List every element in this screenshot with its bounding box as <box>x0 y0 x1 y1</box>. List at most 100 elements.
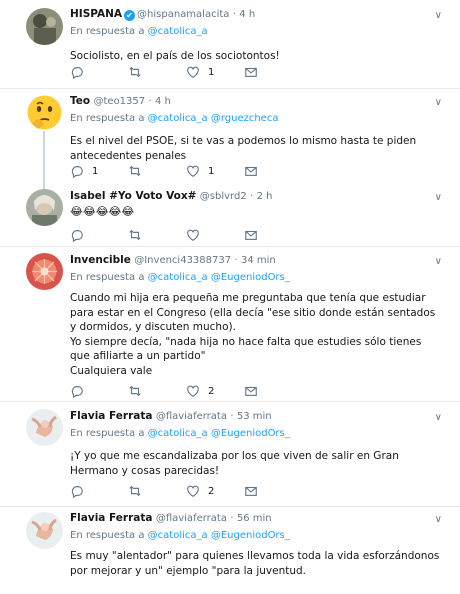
direct-message-button[interactable] <box>244 64 258 80</box>
avatar[interactable] <box>26 189 63 226</box>
reply-icon <box>71 67 83 79</box>
retweet-button[interactable] <box>128 64 150 80</box>
chevron-down-icon[interactable]: ∨ <box>435 192 442 203</box>
timestamp[interactable]: 2 h <box>257 191 273 202</box>
retweet-button[interactable] <box>128 227 150 243</box>
timestamp[interactable]: 4 h <box>239 9 255 20</box>
retweet-icon <box>129 66 141 78</box>
user-handle[interactable]: @flaviaferrata <box>156 411 227 422</box>
tweet[interactable]: Isabel #Yo Voto Vox# @sblvrd2 · 2 h 😂😂😂😂… <box>0 183 460 246</box>
envelope-icon <box>245 67 257 77</box>
avatar[interactable] <box>26 512 63 549</box>
reply-to-link[interactable]: @catolica_a @EugeniodOrs_ <box>148 428 290 439</box>
avatar[interactable] <box>26 253 63 290</box>
timestamp[interactable]: 53 min <box>237 411 272 422</box>
heart-icon <box>187 66 199 78</box>
retweet-icon <box>129 385 141 397</box>
reply-context: En respuesta a @catolica_a @EugeniodOrs_ <box>70 270 442 285</box>
like-button[interactable]: 1 <box>186 163 214 179</box>
tweet-text: 😂😂😂😂😂 <box>70 205 442 220</box>
tweet[interactable]: HISPANA ✔ @hispanamalacita · 4 h En respue… <box>0 0 460 88</box>
reply-prefix: En respuesta a <box>70 26 148 37</box>
user-handle[interactable]: @flaviaferrata <box>156 513 227 524</box>
timestamp[interactable]: 56 min <box>237 513 272 524</box>
display-name[interactable]: Teo <box>70 95 90 107</box>
chevron-down-icon[interactable]: ∨ <box>435 514 442 525</box>
retweet-icon <box>129 165 141 177</box>
reply-context: En respuesta a @catolica_a @EugeniodOrs_ <box>70 528 442 543</box>
separator-dot: · <box>230 411 234 422</box>
display-name[interactable]: HISPANA <box>70 8 122 20</box>
avatar[interactable] <box>26 94 63 131</box>
envelope-icon <box>245 386 257 396</box>
tweet-text-line: Cuando mi hija era pequeña me preguntaba… <box>70 292 436 333</box>
timestamp[interactable]: 34 min <box>241 255 276 266</box>
chevron-down-icon[interactable]: ∨ <box>435 10 442 21</box>
direct-message-button[interactable] <box>244 383 258 399</box>
retweet-icon <box>129 485 141 497</box>
like-button[interactable]: 1 <box>186 64 214 80</box>
reply-button[interactable]: 1 <box>70 163 98 179</box>
user-handle[interactable]: @hispanamalacita <box>137 9 229 20</box>
like-count: 2 <box>208 385 215 397</box>
like-button[interactable]: 2 <box>186 383 214 399</box>
tweet[interactable]: Teo @teo1357 · 4 h En respuesta a @catol… <box>0 89 460 189</box>
tweet-text: Es el nivel del PSOE, si te vas a podemo… <box>70 134 442 163</box>
tweet-text-line: Yo siempre decía, "nada hija no hace fal… <box>70 335 422 363</box>
tweet-actions: 2 <box>70 383 270 399</box>
user-handle[interactable]: @Invenci43388737 <box>134 255 231 266</box>
reply-to-link[interactable]: @catolica_a @EugeniodOrs_ <box>148 530 290 541</box>
tweet-text-line: Sociolisto, en el país de los sociotonto… <box>70 50 280 62</box>
like-count: 1 <box>208 165 215 177</box>
avatar[interactable] <box>26 409 63 446</box>
like-button[interactable]: 2 <box>186 483 214 499</box>
tweet[interactable]: Flavia Ferrata @flaviaferrata · 56 min E… <box>0 507 460 594</box>
reply-context: En respuesta a @catolica_a @EugeniodOrs_ <box>70 426 442 441</box>
like-button[interactable] <box>186 227 208 243</box>
user-handle[interactable]: @teo1357 <box>93 96 145 107</box>
user-handle[interactable]: @sblvrd2 <box>200 191 247 202</box>
display-name[interactable]: Flavia Ferrata <box>70 512 152 524</box>
reply-button[interactable] <box>70 383 92 399</box>
retweet-button[interactable] <box>128 383 150 399</box>
chevron-down-icon[interactable]: ∨ <box>435 256 442 267</box>
retweet-icon <box>129 229 141 241</box>
avatar[interactable] <box>26 8 63 45</box>
reply-to-link[interactable]: @catolica_a <box>148 26 208 37</box>
tweet-text-line: ¡Y yo que me escandalizaba por los que v… <box>70 450 399 477</box>
reply-to-link[interactable]: @catolica_a @rguezcheca <box>148 113 279 124</box>
display-name[interactable]: Invencible <box>70 254 131 266</box>
direct-message-button[interactable] <box>244 483 258 499</box>
chevron-down-icon[interactable]: ∨ <box>435 412 442 423</box>
chevron-down-icon[interactable]: ∨ <box>435 97 442 108</box>
tweet[interactable]: Flavia Ferrata @flaviaferrata · 53 min E… <box>0 402 460 506</box>
reply-button[interactable] <box>70 483 92 499</box>
heart-icon <box>187 485 199 497</box>
direct-message-button[interactable] <box>244 163 258 179</box>
retweet-button[interactable] <box>128 483 150 499</box>
reply-button[interactable] <box>70 64 92 80</box>
heart-icon <box>187 385 199 397</box>
tweet[interactable]: Invencible @Invenci43388737 · 34 min En … <box>0 247 460 401</box>
direct-message-button[interactable] <box>244 227 258 243</box>
tweet-actions: 2 <box>70 483 270 499</box>
reply-icon <box>71 230 83 242</box>
like-count: 2 <box>208 485 215 497</box>
display-name[interactable]: Flavia Ferrata <box>70 410 152 422</box>
like-count: 1 <box>208 66 215 78</box>
reply-prefix: En respuesta a <box>70 428 148 439</box>
heart-icon <box>187 229 199 241</box>
thread-connector <box>43 131 45 189</box>
tweet-actions: 1 1 <box>70 163 270 179</box>
tweet-text: ¡Y yo que me escandalizaba por los que v… <box>70 449 442 478</box>
verified-badge-icon: ✔ <box>124 10 136 21</box>
separator-dot: · <box>232 9 236 20</box>
reply-to-link[interactable]: @catolica_a @EugeniodOrs_ <box>148 272 290 283</box>
reply-button[interactable] <box>70 227 92 243</box>
display-name[interactable]: Isabel #Yo Voto Vox# <box>70 190 196 202</box>
timestamp[interactable]: 4 h <box>155 96 171 107</box>
reply-prefix: En respuesta a <box>70 272 148 283</box>
retweet-button[interactable] <box>128 163 150 179</box>
separator-dot: · <box>234 255 238 266</box>
tweet-text-line: Cualquiera vale <box>70 364 153 377</box>
